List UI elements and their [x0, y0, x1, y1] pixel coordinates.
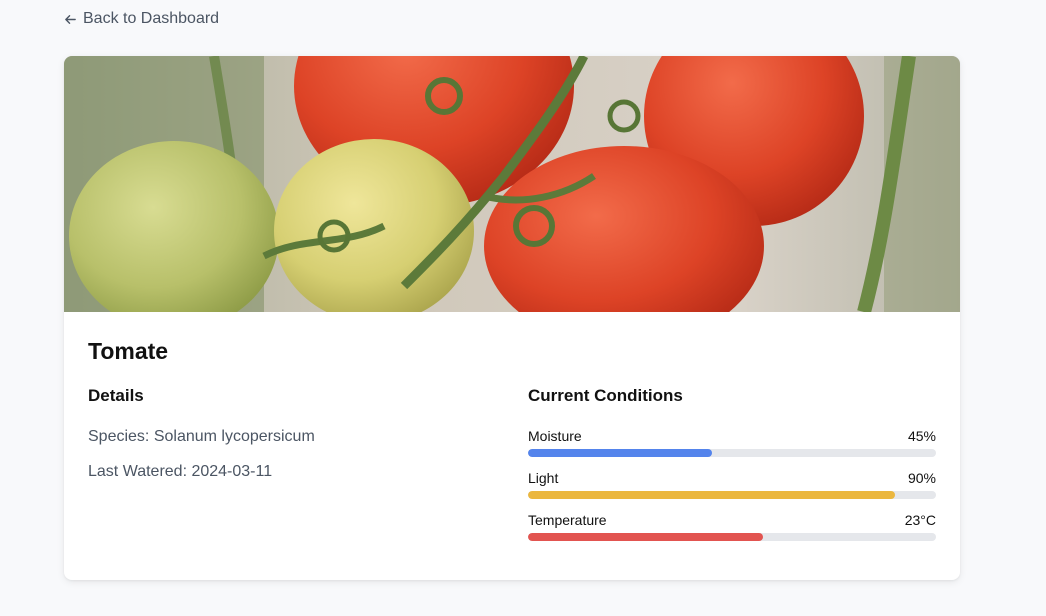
- condition-moisture: Moisture 45%: [528, 428, 936, 457]
- species-text: Species: Solanum lycopersicum: [88, 428, 315, 445]
- details-section: Details Species: Solanum lycopersicum La…: [88, 386, 528, 554]
- light-bar-fill: [528, 491, 896, 499]
- conditions-title: Current Conditions: [528, 386, 683, 405]
- condition-label: Moisture: [528, 428, 582, 444]
- plant-card: Tomate Details Species: Solanum lycopers…: [64, 56, 960, 580]
- moisture-bar-track: [528, 449, 936, 457]
- condition-value: 90%: [907, 470, 936, 486]
- details-title: Details: [88, 386, 144, 405]
- temperature-bar-track: [528, 533, 936, 541]
- conditions-section: Current Conditions Moisture 45% Light 90…: [528, 386, 936, 554]
- light-bar-track: [528, 491, 936, 499]
- plant-name: Tomate: [88, 338, 169, 364]
- condition-label: Temperature: [528, 512, 607, 528]
- plant-photo: [64, 56, 960, 312]
- condition-temperature: Temperature 23°C: [528, 512, 936, 541]
- back-link-label: Back to Dashboard: [83, 10, 220, 27]
- plant-content: Tomate Details Species: Solanum lycopers…: [88, 338, 936, 541]
- arrow-left-icon: [65, 14, 76, 24]
- temperature-bar-fill: [528, 533, 763, 541]
- last-watered-text: Last Watered: 2024-03-11: [88, 463, 273, 480]
- condition-value: 23°C: [904, 512, 936, 528]
- condition-value: 45%: [907, 428, 936, 444]
- back-to-dashboard-link[interactable]: Back to Dashboard: [64, 10, 219, 28]
- condition-label: Light: [528, 470, 559, 486]
- moisture-bar-fill: [528, 449, 712, 457]
- condition-light: Light 90%: [528, 470, 936, 499]
